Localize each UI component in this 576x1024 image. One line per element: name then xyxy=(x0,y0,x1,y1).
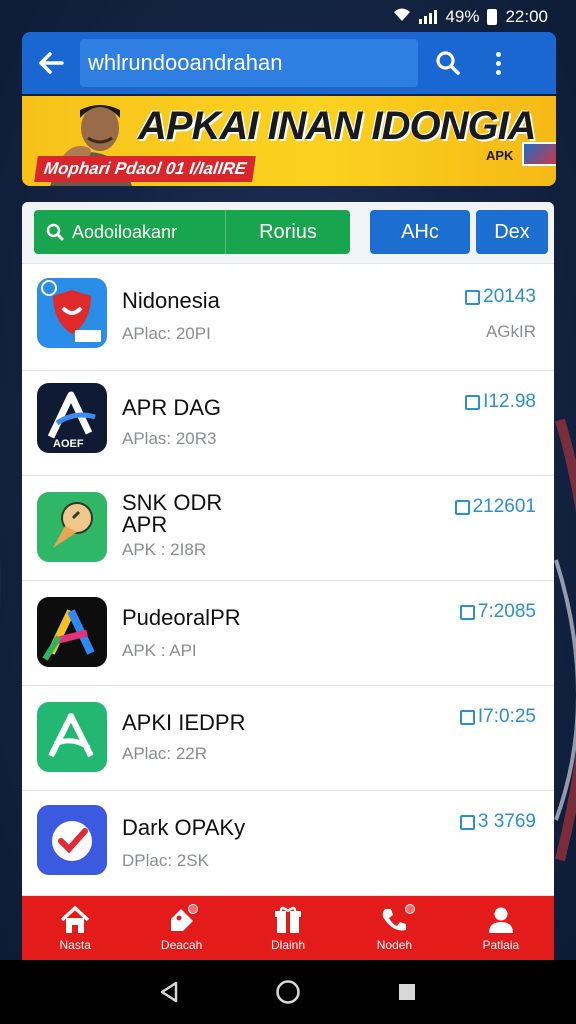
app-list-panel: Aodoiloakanr Rorius AHc Dex Nidonesia AP… xyxy=(22,202,554,908)
system-nav-bar xyxy=(0,960,576,1024)
filter-search-chip[interactable]: Aodoiloakanr xyxy=(34,210,226,254)
notification-badge xyxy=(188,904,199,914)
search-input-value: whlrundooandrahan xyxy=(88,50,283,75)
nav-label: Dlainh xyxy=(271,937,306,952)
app-name: APKI IEDPR xyxy=(122,710,246,735)
app-name: Dark OPAKy xyxy=(122,815,246,840)
app-name: PudeoralPR xyxy=(122,605,241,630)
search-button[interactable] xyxy=(418,32,478,94)
nav-label: Patlaia xyxy=(482,937,520,952)
nav-item-profile[interactable]: Patlaia xyxy=(448,896,554,960)
app-date: I7:0:25 xyxy=(459,706,536,728)
banner-subtitle: Mophari Pdaol 01 I/IalIRE xyxy=(34,156,256,182)
app-list-item[interactable]: PudeoralPR APK : API 7:2085 xyxy=(22,581,554,686)
app-list-item[interactable]: Dark OPAKy DPlac: 2SK 3 3769 xyxy=(22,791,554,896)
app-date-value: 212601 xyxy=(472,496,536,517)
more-vert-icon[interactable] xyxy=(478,32,518,94)
app-meta: APK : API xyxy=(122,641,197,660)
external-link-icon xyxy=(465,289,481,305)
bottom-nav: Nasta Deacah Dlainh Nodeh Patlaia xyxy=(22,896,554,960)
search-icon xyxy=(436,51,460,75)
gift-icon xyxy=(275,906,302,933)
app-list-item[interactable]: AOEF APR DAG APlas: 20R3 I12.98 xyxy=(22,371,554,476)
letter-a-icon: AOEF xyxy=(37,383,107,453)
app-meta: APK : 2I8R xyxy=(122,540,207,559)
back-arrow-icon xyxy=(39,52,64,74)
app-name: SNK ODR APR xyxy=(122,490,223,537)
app-date-value: 3 3769 xyxy=(477,811,536,832)
status-bar: 49% 22:00 xyxy=(0,0,576,34)
nav-item-deals[interactable]: Deacah xyxy=(128,896,234,960)
external-link-icon xyxy=(454,499,470,515)
app-meta: APlac: 22R xyxy=(122,744,208,763)
app-date: 3 3769 xyxy=(459,811,536,833)
battery-percent: 49% xyxy=(445,7,480,26)
svg-text:AOEF: AOEF xyxy=(53,438,84,450)
filter-label: Aodoiloakanr xyxy=(72,221,178,242)
nav-item-gift[interactable]: Dlainh xyxy=(235,896,341,960)
external-link-icon xyxy=(459,709,475,725)
notification-badge xyxy=(405,904,416,914)
app-date-value: I12.98 xyxy=(483,391,536,412)
banner-badge: APK xyxy=(486,148,514,163)
filter-chip-apk[interactable]: AHc xyxy=(370,210,470,254)
status-time: 22:00 xyxy=(505,7,548,26)
app-meta: DPlac: 2SK xyxy=(122,851,209,870)
app-date: 20143 xyxy=(465,286,536,308)
search-icon xyxy=(46,223,64,241)
app-list-item[interactable]: SNK ODR APR APK : 2I8R 212601 xyxy=(22,476,554,581)
app-name: Nidonesia xyxy=(122,288,220,313)
external-link-icon xyxy=(465,394,481,410)
filter-bar: Aodoiloakanr Rorius AHc Dex xyxy=(22,202,554,264)
nav-label: Nasta xyxy=(59,937,91,952)
back-button[interactable] xyxy=(22,32,80,94)
app-name: APR DAG xyxy=(122,395,222,420)
filter-chip-dex[interactable]: Dex xyxy=(476,210,548,254)
app-date: I12.98 xyxy=(465,391,536,413)
battery-icon xyxy=(487,9,498,25)
app-meta: APlas: 20R3 xyxy=(122,429,217,448)
recents-square-icon[interactable] xyxy=(396,981,418,1003)
app-list-item[interactable]: Nidonesia APlac: 20PI 20143 AGkIR xyxy=(22,266,554,371)
nav-item-home[interactable]: Nasta xyxy=(22,896,128,960)
home-icon xyxy=(61,905,90,933)
banner-thumbnail xyxy=(522,142,556,166)
outline-a-icon xyxy=(37,702,107,772)
external-link-icon xyxy=(459,814,475,830)
app-date-value: 20143 xyxy=(483,286,536,307)
search-input[interactable]: whlrundooandrahan xyxy=(80,39,418,87)
ice-cream-icon xyxy=(37,492,107,562)
home-circle-icon[interactable] xyxy=(275,979,301,1005)
person-icon xyxy=(488,907,513,933)
colorful-a-icon xyxy=(37,597,107,667)
filter-group-green: Aodoiloakanr Rorius xyxy=(34,210,350,254)
wifi-icon xyxy=(393,7,411,28)
app-header: whlrundooandrahan xyxy=(22,32,556,94)
app-date: 212601 xyxy=(454,496,536,518)
app-meta: APlac: 20PI xyxy=(122,324,211,343)
nav-item-notifications[interactable]: Nodeh xyxy=(341,896,447,960)
app-date-value: 7:2085 xyxy=(477,601,536,622)
nav-label: Nodeh xyxy=(376,937,413,952)
banner-title: APKAI INAN IDONGIA xyxy=(138,104,537,148)
promo-banner[interactable]: APKAI INAN IDONGIA Mophari Pdaol 01 I/Ia… xyxy=(22,96,556,186)
external-link-icon xyxy=(459,604,475,620)
app-extra-meta: AGkIR xyxy=(485,322,536,341)
nav-label: Deacah xyxy=(160,937,203,952)
shield-icon xyxy=(37,278,107,348)
signal-icon xyxy=(419,10,438,24)
app-date-value: I7:0:25 xyxy=(477,706,536,727)
back-triangle-icon[interactable] xyxy=(158,980,180,1004)
check-heart-icon xyxy=(37,805,107,875)
app-date: 7:2085 xyxy=(459,601,536,623)
filter-chip[interactable]: Rorius xyxy=(226,221,350,244)
app-list-item[interactable]: APKI IEDPR APlac: 22R I7:0:25 xyxy=(22,686,554,791)
